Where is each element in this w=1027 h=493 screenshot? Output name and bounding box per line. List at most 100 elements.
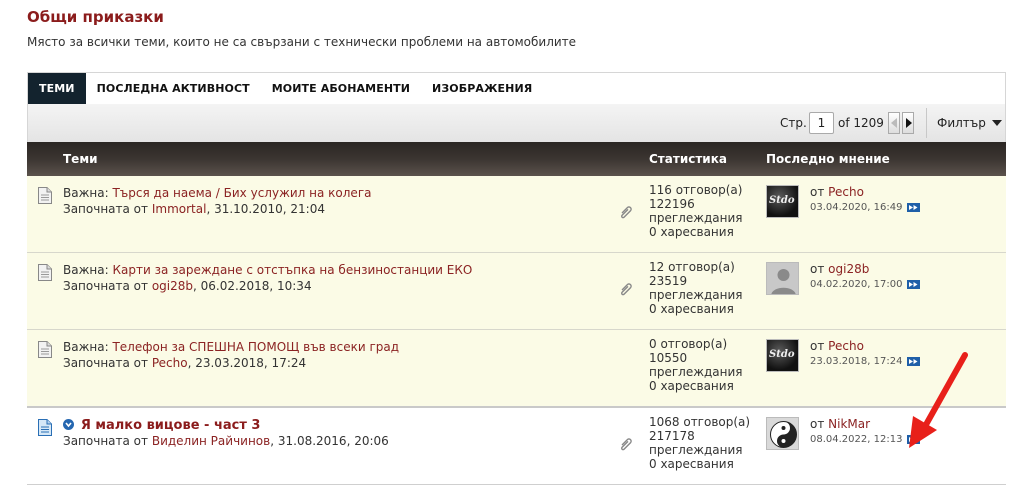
default-avatar[interactable] (766, 262, 799, 295)
likes-count: 0 харесвания (649, 302, 734, 316)
tab-latest-activity[interactable]: ПОСЛЕДНА АКТИВНОСТ (86, 73, 261, 104)
thread-meta: Започната от ogi28b, 06.02.2018, 10:34 (63, 279, 312, 293)
thread-stats: 116 отговор(а) 122196 преглеждания 0 хар… (649, 183, 743, 239)
forum-description: Място за всички теми, които не са свърза… (27, 35, 577, 49)
by-label: от (810, 262, 825, 276)
author-link[interactable]: ogi28b (152, 279, 193, 293)
by-label: от (810, 339, 825, 353)
table-header: Теми Статистика Последно мнение (27, 142, 1006, 176)
thread-stats: 1068 отговор(а) 217178 преглеждания 0 ха… (649, 415, 750, 471)
last-post-date-text: 23.03.2018, 17:24 (810, 356, 903, 367)
started-date: , 06.02.2018, 10:34 (193, 279, 312, 293)
filter-label: Филтър (937, 116, 986, 130)
chevron-left-icon (891, 118, 897, 128)
thread-title-line: Важна: Търся да наема / Бих услужил на к… (63, 186, 371, 200)
author-link[interactable]: Immortal (152, 202, 207, 216)
user-silhouette-icon (771, 269, 796, 294)
views-count: 10550 (649, 351, 688, 365)
goto-last-post-icon[interactable] (907, 280, 921, 289)
sticky-prefix: Важна: (63, 263, 109, 277)
thread-meta: Започната от Pecho, 23.03.2018, 17:24 (63, 356, 306, 370)
replies-count: 116 отговор(а) (649, 183, 743, 197)
by-label: от (810, 185, 825, 199)
thread-title-link[interactable]: Телефон за СПЕШНА ПОМОЩ във всеки град (112, 340, 399, 354)
tab-topics[interactable]: ТЕМИ (28, 73, 86, 104)
avatar[interactable]: Stdo (766, 185, 799, 218)
page-number-input[interactable]: 1 (809, 112, 834, 134)
likes-count: 0 харесвания (649, 225, 734, 239)
last-post-user: от Pecho (810, 185, 864, 199)
avatar[interactable]: Stdo (766, 339, 799, 372)
filter-dropdown[interactable]: Филтър (937, 116, 1002, 130)
last-post-user-link[interactable]: NikMar (828, 417, 870, 431)
replies-count: 12 отговор(а) (649, 260, 735, 274)
views-label: преглеждания (649, 211, 743, 225)
last-post-user-link[interactable]: Pecho (828, 339, 864, 353)
thread-meta: Започната от Immortal, 31.10.2010, 21:04 (63, 202, 325, 216)
thread-title-link[interactable]: Търся да наема / Бих услужил на колега (112, 186, 371, 200)
views-count: 122196 (649, 197, 695, 211)
column-header-last-post[interactable]: Последно мнение (766, 152, 890, 166)
thread-title-line: Важна: Карти за зареждане с отстъпка на … (63, 263, 472, 277)
annotation-arrow-icon (909, 352, 968, 448)
likes-count: 0 харесвания (649, 457, 734, 471)
thread-stats: 0 отговор(а) 10550 преглеждания 0 харесв… (649, 337, 743, 393)
last-post-user: от ogi28b (810, 262, 869, 276)
yin-yang-avatar-icon (770, 421, 797, 448)
author-link[interactable]: Pecho (152, 356, 188, 370)
author-link[interactable]: Виделин Райчинов (152, 434, 270, 448)
started-date: , 31.10.2010, 21:04 (206, 202, 325, 216)
document-icon (38, 187, 52, 204)
started-by-label: Започната от (63, 356, 149, 370)
goto-last-post-icon[interactable] (907, 203, 921, 212)
last-post-user-link[interactable]: Pecho (828, 185, 864, 199)
toolbar: Стр. 1 of 1209 Филтър (27, 104, 1006, 142)
last-post-user: от Pecho (810, 339, 864, 353)
column-header-topics[interactable]: Теми (63, 152, 98, 166)
table-row: Важна: Търся да наема / Бих услужил на к… (27, 176, 1006, 253)
thread-title-line: Я малко вицове - част 3 (63, 418, 260, 433)
last-post-date-text: 04.02.2020, 17:00 (810, 279, 903, 290)
views-count: 217178 (649, 429, 695, 443)
page-label: Стр. (780, 116, 807, 130)
views-label: преглеждания (649, 288, 743, 302)
chevron-right-icon (906, 118, 912, 128)
attachment-icon (621, 283, 632, 296)
thread-title-link[interactable]: Карти за зареждане с отстъпка на бензино… (112, 263, 472, 277)
prev-page-button[interactable] (888, 112, 900, 134)
started-by-label: Започната от (63, 434, 149, 448)
by-label: от (810, 417, 825, 431)
sticky-prefix: Важна: (63, 186, 109, 200)
last-post-date: 03.04.2020, 16:49 (810, 202, 921, 213)
last-post-date-text: 08.04.2022, 12:13 (810, 434, 903, 445)
replies-count: 1068 отговор(а) (649, 415, 751, 429)
column-header-stats[interactable]: Статистика (649, 152, 727, 166)
document-icon (38, 264, 52, 281)
next-page-button[interactable] (902, 112, 914, 134)
last-post-date-text: 03.04.2020, 16:49 (810, 202, 903, 213)
tab-images[interactable]: ИЗОБРАЖЕНИЯ (421, 73, 543, 104)
attachment-icon (621, 438, 632, 451)
replies-count: 0 отговор(а) (649, 337, 728, 351)
last-post-user: от NikMar (810, 417, 870, 431)
thread-title-link[interactable]: Я малко вицове - част 3 (81, 418, 261, 433)
tab-my-subscriptions[interactable]: МОИТЕ АБОНАМЕНТИ (261, 73, 421, 104)
tab-bar: ТЕМИ ПОСЛЕДНА АКТИВНОСТ МОИТЕ АБОНАМЕНТИ… (27, 72, 1006, 104)
document-new-icon (38, 419, 52, 436)
thread-meta: Започната от Виделин Райчинов, 31.08.201… (63, 434, 389, 448)
likes-count: 0 харесвания (649, 379, 734, 393)
table-row: Я малко вицове - част 3 Започната от Вид… (27, 406, 1006, 485)
thread-title-line: Важна: Телефон за СПЕШНА ПОМОЩ във всеки… (63, 340, 399, 354)
table-row: Важна: Карти за зареждане с отстъпка на … (27, 253, 1006, 330)
new-posts-icon[interactable] (63, 419, 74, 430)
avatar-logo: Stdo (769, 349, 795, 360)
started-date: , 31.08.2016, 20:06 (270, 434, 389, 448)
divider (926, 108, 927, 138)
started-by-label: Започната от (63, 279, 149, 293)
caret-down-icon (991, 120, 1002, 126)
started-date: , 23.03.2018, 17:24 (187, 356, 307, 370)
last-post-user-link[interactable]: ogi28b (828, 262, 869, 276)
document-icon (38, 341, 52, 358)
sticky-prefix: Важна: (63, 340, 109, 354)
avatar[interactable] (766, 417, 799, 450)
